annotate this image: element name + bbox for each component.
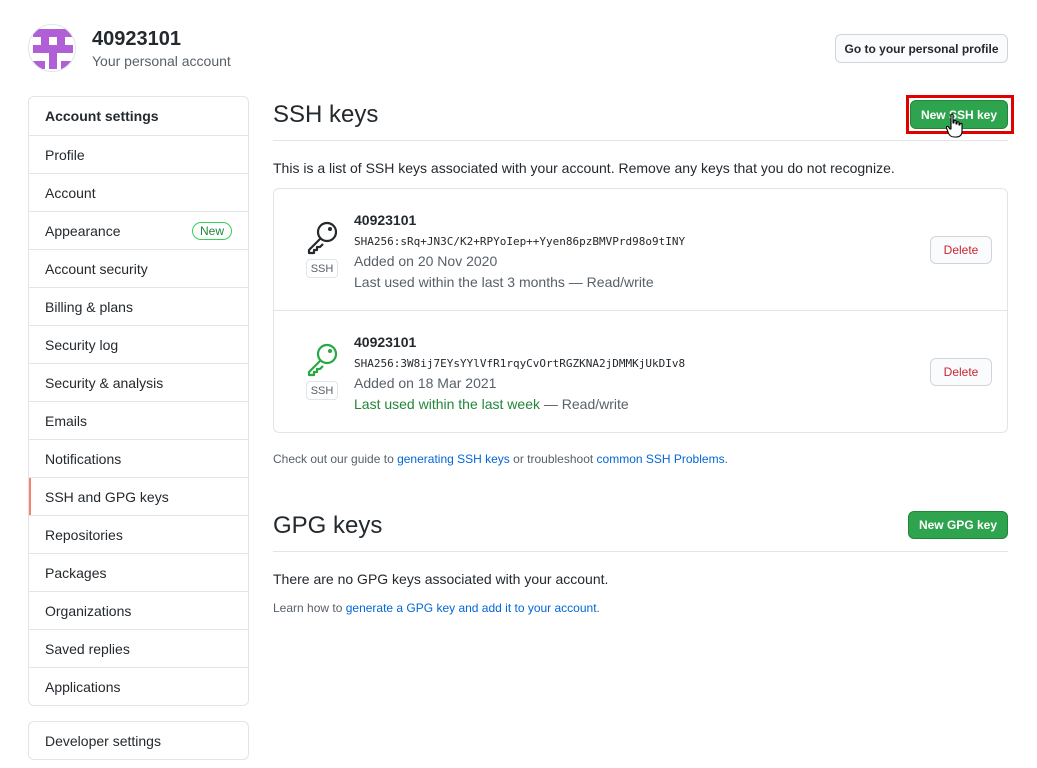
key-last-used: Last used within the last 3 months — Rea… [354,274,654,290]
sidebar-item-billing[interactable]: Billing & plans [29,287,248,325]
avatar[interactable] [28,24,76,72]
sidebar-item-label: Profile [45,146,85,163]
sidebar-item-account[interactable]: Account [29,173,248,211]
sidebar-item-applications[interactable]: Applications [29,667,248,705]
sidebar-item-security-log[interactable]: Security log [29,325,248,363]
new-badge: New [191,221,232,240]
ssh-guide-text: Check out our guide to generating SSH ke… [273,452,728,466]
sidebar-item-label: Saved replies [45,640,130,657]
sidebar-item-appearance[interactable]: Appearance New [29,211,248,249]
common-ssh-problems-link[interactable]: common SSH Problems [597,452,725,466]
sidebar-item-label: Organizations [45,602,132,619]
key-icon [307,343,338,377]
sidebar-item-label: Packages [45,564,107,581]
gpg-learn-text: Learn how to generate a GPG key and add … [273,601,600,615]
sidebar-item-packages[interactable]: Packages [29,553,248,591]
sidebar-item-developer-settings[interactable]: Developer settings [28,721,249,760]
sidebar-item-label: SSH and GPG keys [45,488,169,505]
sidebar-item-notifications[interactable]: Notifications [29,439,248,477]
ssh-key-list: SSH 40923101 SHA256:sRq+JN3C/K2+RPYoIep+… [273,188,1008,433]
account-name: 40923101 [92,28,181,50]
key-title: 40923101 [354,334,417,350]
divider [273,140,1008,141]
sidebar-item-repositories[interactable]: Repositories [29,515,248,553]
key-title: 40923101 [354,212,417,228]
ssh-key-row: SSH 40923101 SHA256:sRq+JN3C/K2+RPYoIep+… [274,189,1007,310]
learn-suffix: . [596,601,600,615]
guide-suffix: . [724,452,728,466]
sidebar-item-label: Applications [45,678,121,695]
sidebar-item-label: Developer settings [45,732,161,749]
key-fingerprint: SHA256:3W8ij7EYsYYlVfR1rqyCvOrtRGZKNA2jD… [354,357,686,370]
generate-gpg-key-link[interactable]: generate a GPG key and add it to your ac… [346,601,597,615]
ssh-type-label: SSH [306,381,338,400]
gpg-keys-title: GPG keys [273,512,383,539]
sidebar-item-label: Emails [45,412,88,429]
key-access-text: — Read/write [540,396,629,412]
learn-prefix: Learn how to [273,601,346,615]
key-last-used-text: Last used within the last 3 months [354,274,565,290]
settings-sidebar: Account settings Profile Account Appeara… [28,96,249,706]
account-subtitle: Your personal account [92,53,231,69]
generating-ssh-keys-link[interactable]: generating SSH keys [397,452,510,466]
guide-prefix: Check out our guide to [273,452,398,466]
key-access-text: — Read/write [564,274,654,290]
key-icon [307,221,338,255]
ssh-keys-title: SSH keys [273,101,379,128]
ssh-type-label: SSH [306,259,338,278]
sidebar-item-label: Appearance [45,222,121,239]
sidebar-item-label: Security log [45,336,119,353]
guide-middle: or troubleshoot [509,452,597,466]
sidebar-item-label: Notifications [45,450,122,467]
sidebar-item-organizations[interactable]: Organizations [29,591,248,629]
key-last-used-text: Last used within the last week [354,396,540,412]
sidebar-header: Account settings [45,108,159,124]
new-gpg-key-button[interactable]: New GPG key [908,511,1008,539]
delete-key-button[interactable]: Delete [930,236,992,264]
key-added-date: Added on 20 Nov 2020 [354,253,498,269]
go-to-profile-button[interactable]: Go to your personal profile [835,34,1008,63]
sidebar-item-label: Account security [45,260,148,277]
key-fingerprint: SHA256:sRq+JN3C/K2+RPYoIep++Yyen86pzBMVP… [354,235,686,248]
sidebar-item-ssh-gpg-keys[interactable]: SSH and GPG keys [29,477,248,515]
key-last-used: Last used within the last week — Read/wr… [354,396,629,412]
key-added-date: Added on 18 Mar 2021 [354,375,497,391]
sidebar-item-label: Repositories [45,526,123,543]
sidebar-item-profile[interactable]: Profile [29,135,248,173]
gpg-empty-message: There are no GPG keys associated with yo… [273,571,609,587]
sidebar-item-security-analysis[interactable]: Security & analysis [29,363,248,401]
delete-key-button[interactable]: Delete [930,358,992,386]
sidebar-item-emails[interactable]: Emails [29,401,248,439]
sidebar-item-label: Billing & plans [45,298,133,315]
ssh-description: This is a list of SSH keys associated wi… [273,160,895,176]
sidebar-item-saved-replies[interactable]: Saved replies [29,629,248,667]
ssh-key-row: SSH 40923101 SHA256:3W8ij7EYsYYlVfR1rqyC… [274,310,1007,431]
sidebar-item-label: Security & analysis [45,374,164,391]
divider [273,551,1008,552]
sidebar-item-account-security[interactable]: Account security [29,249,248,287]
identicon [33,29,73,69]
hand-cursor-icon [946,113,963,138]
sidebar-item-label: Account [45,184,96,201]
